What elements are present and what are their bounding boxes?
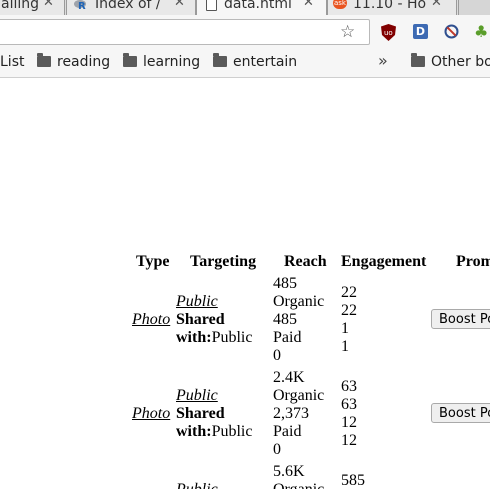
bookmark-list[interactable]: List	[0, 53, 24, 71]
tab-title: ailing	[1, 0, 40, 12]
tab-index[interactable]: R Index of / ✕	[66, 0, 196, 15]
header-targeting: Targeting	[190, 253, 257, 270]
tab-title: Index of /	[95, 0, 161, 12]
shared-label: Shared	[176, 311, 225, 328]
engagement-value: 22	[341, 302, 357, 319]
star-icon[interactable]: ☆	[340, 22, 355, 42]
engagement-value: 585	[341, 472, 365, 489]
tab-strip: ailing ✕ R Index of / ✕ data.html ✕ ask …	[0, 0, 490, 15]
engagement-value: 1	[341, 320, 349, 337]
targeting-link[interactable]: Public	[176, 481, 218, 489]
reach-total: 485	[273, 275, 297, 292]
new-tab-button[interactable]	[458, 0, 490, 15]
reach-organic-label: Organic	[273, 387, 325, 404]
toolbar: ☆ uo D ♣	[0, 15, 490, 47]
bookmark-entertain[interactable]: entertain	[213, 53, 297, 71]
targeting-link[interactable]: Public	[176, 293, 218, 311]
tab-mailing[interactable]: ailing ✕	[0, 0, 65, 15]
leaf-extension-icon[interactable]: ♣	[474, 24, 489, 40]
tab-data-html[interactable]: data.html ✕	[196, 0, 327, 15]
d-extension-icon[interactable]: D	[413, 24, 428, 39]
bookmark-label: learning	[143, 54, 201, 70]
tab-askubuntu[interactable]: ask 11.10 - Ho ✕	[327, 0, 457, 15]
bookmark-other[interactable]: Other bo	[411, 53, 490, 71]
r-logo-icon: R	[74, 0, 86, 12]
close-icon[interactable]: ✕	[431, 0, 442, 11]
bookmarks-overflow-chevron[interactable]: »	[378, 51, 388, 70]
close-icon[interactable]: ✕	[43, 0, 54, 11]
reach-organic-label: Organic	[273, 293, 325, 310]
tab-title: 11.10 - Ho	[353, 0, 427, 12]
page-content: Type Targeting Reach Engagement Prom Pho…	[0, 78, 490, 489]
reach-organic-label: Organic	[273, 481, 324, 489]
engagement-value: 12	[341, 414, 357, 431]
bookmark-label: reading	[57, 54, 111, 70]
reach-total: 2.4K	[273, 369, 305, 386]
block-icon[interactable]	[444, 24, 459, 39]
close-icon[interactable]: ✕	[174, 0, 185, 11]
type-link[interactable]: Photo	[132, 405, 170, 423]
shared-with: with:Public	[176, 423, 252, 441]
folder-icon	[123, 53, 137, 67]
engagement-value: 12	[341, 432, 357, 449]
boost-post-button[interactable]: Boost Po	[431, 403, 490, 423]
header-engagement: Engagement	[341, 253, 427, 270]
header-promote: Prom	[456, 253, 490, 270]
reach-organic: 485	[273, 311, 297, 328]
close-icon[interactable]: ✕	[303, 0, 314, 11]
bookmark-label: entertain	[233, 54, 298, 70]
tab-title: data.html	[224, 0, 292, 12]
folder-icon	[37, 53, 51, 67]
reach-paid-label: Paid	[273, 329, 302, 346]
bookmark-label: Other bo	[431, 54, 490, 70]
engagement-value: 63	[341, 378, 357, 395]
bookmark-reading[interactable]: reading	[37, 53, 110, 71]
svg-text:R: R	[78, 1, 86, 10]
with-label: with:	[176, 329, 212, 346]
folder-icon	[213, 53, 227, 67]
shared-with: with:Public	[176, 329, 252, 347]
svg-text:uo: uo	[384, 29, 393, 37]
reach-paid: 0	[273, 347, 281, 364]
reach-paid-label: Paid	[273, 423, 302, 440]
reach-organic: 2,373	[273, 405, 309, 422]
header-type: Type	[136, 253, 170, 270]
bookmarks-bar: List reading learning entertain » Other …	[0, 47, 490, 78]
with-value: Public	[211, 329, 253, 346]
reach-total: 5.6K	[273, 463, 305, 480]
header-reach: Reach	[284, 253, 327, 270]
type-link[interactable]: Photo	[132, 311, 170, 329]
shared-label: Shared	[176, 405, 225, 422]
reach-paid: 0	[273, 441, 281, 458]
boost-post-button[interactable]: Boost Po	[431, 309, 490, 329]
engagement-value: 22	[341, 284, 357, 301]
with-label: with:	[176, 423, 212, 440]
ublock-icon[interactable]: uo	[381, 24, 396, 41]
page-icon	[206, 0, 217, 11]
bookmark-learning[interactable]: learning	[123, 53, 200, 71]
targeting-link[interactable]: Public	[176, 387, 218, 405]
engagement-value: 1	[341, 338, 349, 355]
with-value: Public	[211, 423, 253, 440]
folder-icon	[411, 53, 425, 67]
engagement-value: 63	[341, 396, 357, 413]
askubuntu-icon: ask	[333, 0, 347, 9]
address-bar[interactable]: ☆	[0, 19, 370, 45]
